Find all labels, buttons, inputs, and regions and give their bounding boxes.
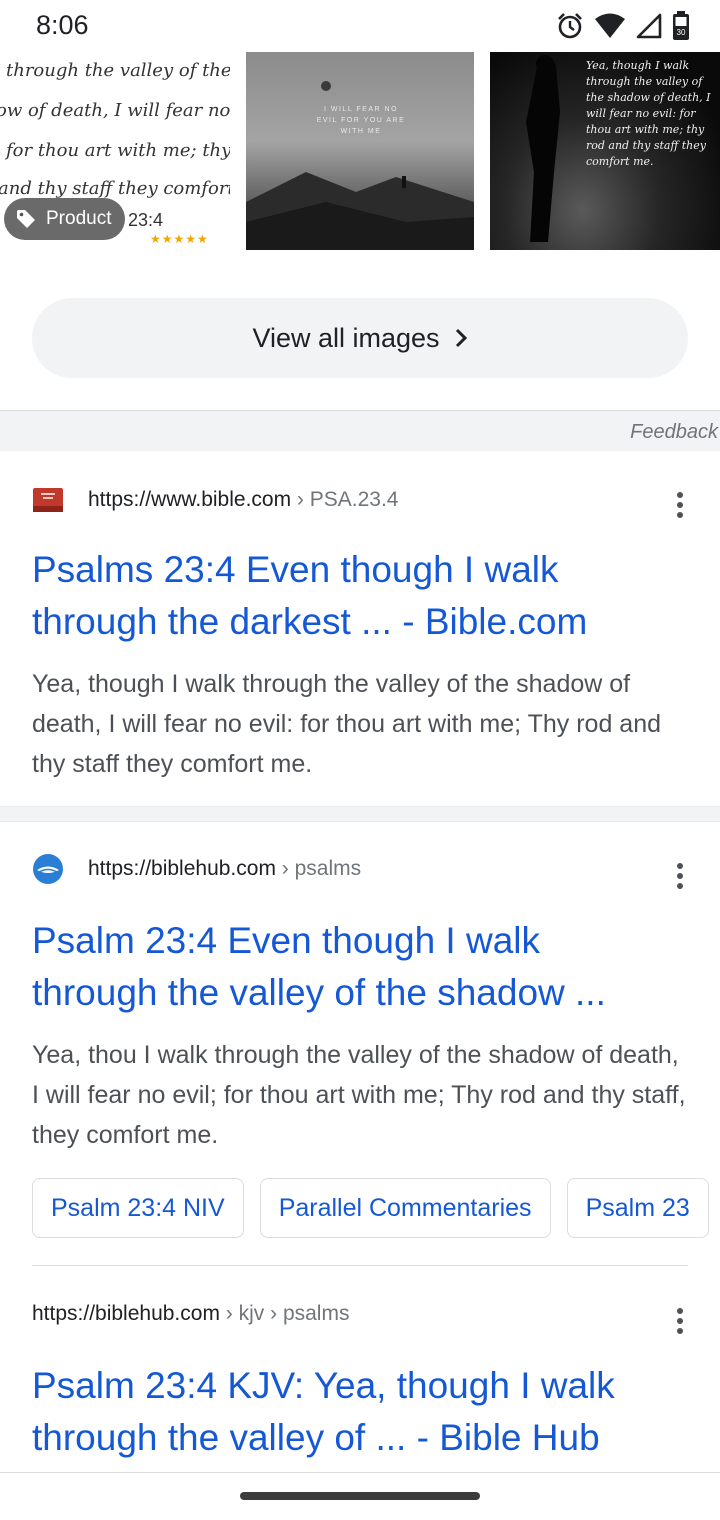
- result-source[interactable]: https://biblehub.com › psalms: [32, 851, 361, 887]
- result-url: https://www.bible.com › PSA.23.4: [88, 488, 399, 511]
- sitelink-chip[interactable]: Parallel Commentaries: [259, 1178, 551, 1238]
- more-options-icon[interactable]: [676, 490, 684, 520]
- thumb2-caption: I WILL FEAR NO EVIL FOR YOU ARE WITH ME: [316, 106, 406, 135]
- battery-icon: 30: [673, 11, 689, 40]
- feedback-bar: Feedback: [0, 410, 720, 451]
- signal-icon: [636, 13, 662, 39]
- thumb1-line: through the valley of the: [6, 60, 230, 81]
- sitelink-chips: Psalm 23:4 NIV Parallel Commentaries Psa…: [32, 1178, 709, 1238]
- sitelink-chip[interactable]: Psalm 23:4 NIV: [32, 1178, 244, 1238]
- result-title[interactable]: Psalms 23:4 Even though I walk through t…: [32, 544, 692, 648]
- thumb1-line: ow of death, I will fear no e: [0, 100, 230, 121]
- result-title[interactable]: Psalm 23:4 Even though I walk through th…: [32, 915, 692, 1019]
- product-chip-label: Product: [46, 208, 112, 229]
- bottom-divider: [0, 1472, 720, 1473]
- result-source[interactable]: https://www.bible.com › PSA.23.4: [32, 482, 398, 518]
- image-thumbnail-2[interactable]: I WILL FEAR NO EVIL FOR YOU ARE WITH ME: [246, 52, 474, 250]
- bible-app-icon: [33, 488, 63, 512]
- status-bar: 8:06 30: [0, 0, 720, 52]
- thumb1-line: and thy staff they comfort m: [0, 178, 230, 199]
- result-source[interactable]: https://biblehub.com › kjv › psalms: [32, 1296, 349, 1332]
- more-options-icon[interactable]: [676, 861, 684, 891]
- search-result: https://www.bible.com › PSA.23.4 Psalms …: [0, 450, 720, 806]
- sitelink-chip[interactable]: Psalm 23: [566, 1178, 709, 1238]
- rating-stars: ★★★★★: [150, 232, 209, 246]
- tag-icon: [17, 210, 35, 228]
- mountain-figure-image: [246, 81, 474, 250]
- alarm-icon: [558, 13, 582, 39]
- result-snippet: Yea, though I walk through the valley of…: [32, 670, 662, 778]
- wifi-icon: [595, 13, 625, 38]
- battery-level: 30: [677, 28, 686, 37]
- feedback-link[interactable]: Feedback: [630, 421, 718, 444]
- search-result: https://biblehub.com › kjv › psalms Psal…: [0, 1266, 720, 1472]
- biblehub-icon: [33, 854, 63, 884]
- view-all-images-label: View all images: [252, 322, 440, 353]
- image-thumbnail-1[interactable]: through the valley of the ow of death, I…: [0, 52, 230, 250]
- image-thumbnail-3[interactable]: Yea, though I walk through the valley of…: [490, 52, 720, 250]
- more-options-icon[interactable]: [676, 1306, 684, 1336]
- result-divider: [0, 806, 720, 822]
- result-snippet: Yea, thou I walk through the valley of t…: [32, 1041, 686, 1149]
- result-url: https://biblehub.com › kjv › psalms: [32, 1302, 350, 1325]
- image-strip: through the valley of the ow of death, I…: [0, 52, 720, 250]
- thumb3-caption: Yea, though I walk through the valley of…: [586, 59, 711, 168]
- thumb1-line: for thou art with me; thy: [6, 140, 230, 161]
- status-time: 8:06: [36, 10, 89, 40]
- result-url: https://biblehub.com › psalms: [88, 857, 362, 880]
- view-all-images-button[interactable]: View all images: [32, 298, 688, 378]
- thumb1-line: 23:4: [128, 210, 164, 230]
- status-icons: 30: [556, 10, 690, 42]
- home-indicator[interactable]: [240, 1492, 480, 1500]
- result-title[interactable]: Psalm 23:4 KJV: Yea, though I walk throu…: [32, 1360, 692, 1464]
- product-chip: Product: [4, 198, 126, 240]
- chevron-right-icon: [455, 328, 467, 348]
